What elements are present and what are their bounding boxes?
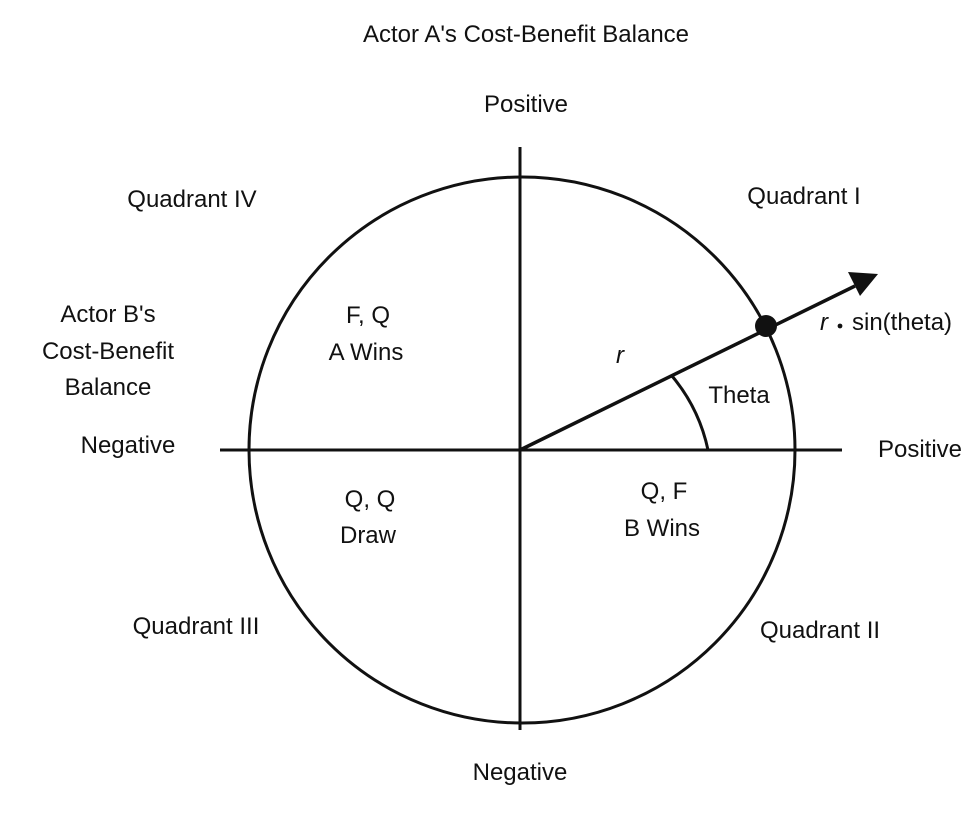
quadrant-iii-outcome-line-2: Draw [340,522,397,549]
vertical-axis-negative-label: Negative [473,759,568,786]
quadrant-ii-outcome-line-1: Q, F [641,478,688,505]
intersection-point [755,315,777,337]
projection-label-text: sin(theta) [852,309,952,336]
theta-arc [670,375,710,451]
horizontal-axis-name-line-1: Actor B's [60,301,155,328]
projection-label-symbol: r [820,309,829,336]
theta-label: Theta [708,382,770,409]
quadrant-iv-outcome-line-1: F, Q [346,302,390,329]
horizontal-axis-negative-label: Negative [81,432,176,459]
quadrant-ii-label: Quadrant II [760,617,880,644]
quadrant-iii-label: Quadrant III [133,613,260,640]
horizontal-axis-positive-label: Positive [878,436,962,463]
quadrant-iv-label: Quadrant IV [127,186,256,213]
quadrant-iv-outcome-line-2: A Wins [329,339,404,366]
quadrant-i-label: Quadrant I [747,183,860,210]
quadrant-iii-outcome-line-1: Q, Q [345,486,396,513]
diagram-title: Actor A's Cost-Benefit Balance [363,21,689,48]
cost-benefit-diagram: Actor A's Cost-Benefit Balance Positive … [42,21,962,786]
multiplication-dot [837,323,843,329]
horizontal-axis-name-line-2: Cost-Benefit [42,338,174,365]
vertical-axis-positive-label: Positive [484,91,568,118]
horizontal-axis-name-line-3: Balance [65,374,152,401]
radius-vector [519,284,856,452]
quadrant-ii-outcome-line-2: B Wins [624,515,700,542]
radius-label: r [616,342,625,369]
vector-arrowhead [848,272,878,296]
